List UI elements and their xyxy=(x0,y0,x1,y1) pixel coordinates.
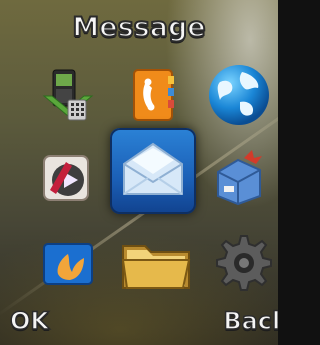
menu-item-media-player[interactable] xyxy=(36,146,100,210)
left-softkey[interactable]: OK xyxy=(9,306,50,336)
menu-item-contacts[interactable] xyxy=(122,64,186,128)
fun-app-icon xyxy=(40,236,96,292)
selected-menu-item-message[interactable] xyxy=(110,128,196,214)
right-softkey[interactable]: Back xyxy=(223,306,278,336)
app-box-icon xyxy=(208,148,268,208)
message-icon xyxy=(118,138,188,208)
phone-menu-screen: Message OK Bac xyxy=(0,0,278,345)
menu-item-internet[interactable] xyxy=(204,60,274,130)
menu-item-file-manager[interactable] xyxy=(116,226,196,300)
menu-item-settings[interactable] xyxy=(206,228,276,298)
contacts-icon xyxy=(126,66,182,126)
menu-item-app-box[interactable] xyxy=(206,146,270,210)
settings-gear-icon xyxy=(208,230,274,296)
menu-item-phone-tools[interactable] xyxy=(36,64,100,128)
internet-globe-icon xyxy=(206,62,272,128)
menu-title: Message xyxy=(71,11,206,44)
media-player-icon xyxy=(40,150,96,206)
file-manager-icon xyxy=(117,228,195,298)
phone-tools-icon xyxy=(38,66,98,126)
menu-item-fun-app[interactable] xyxy=(36,232,100,296)
